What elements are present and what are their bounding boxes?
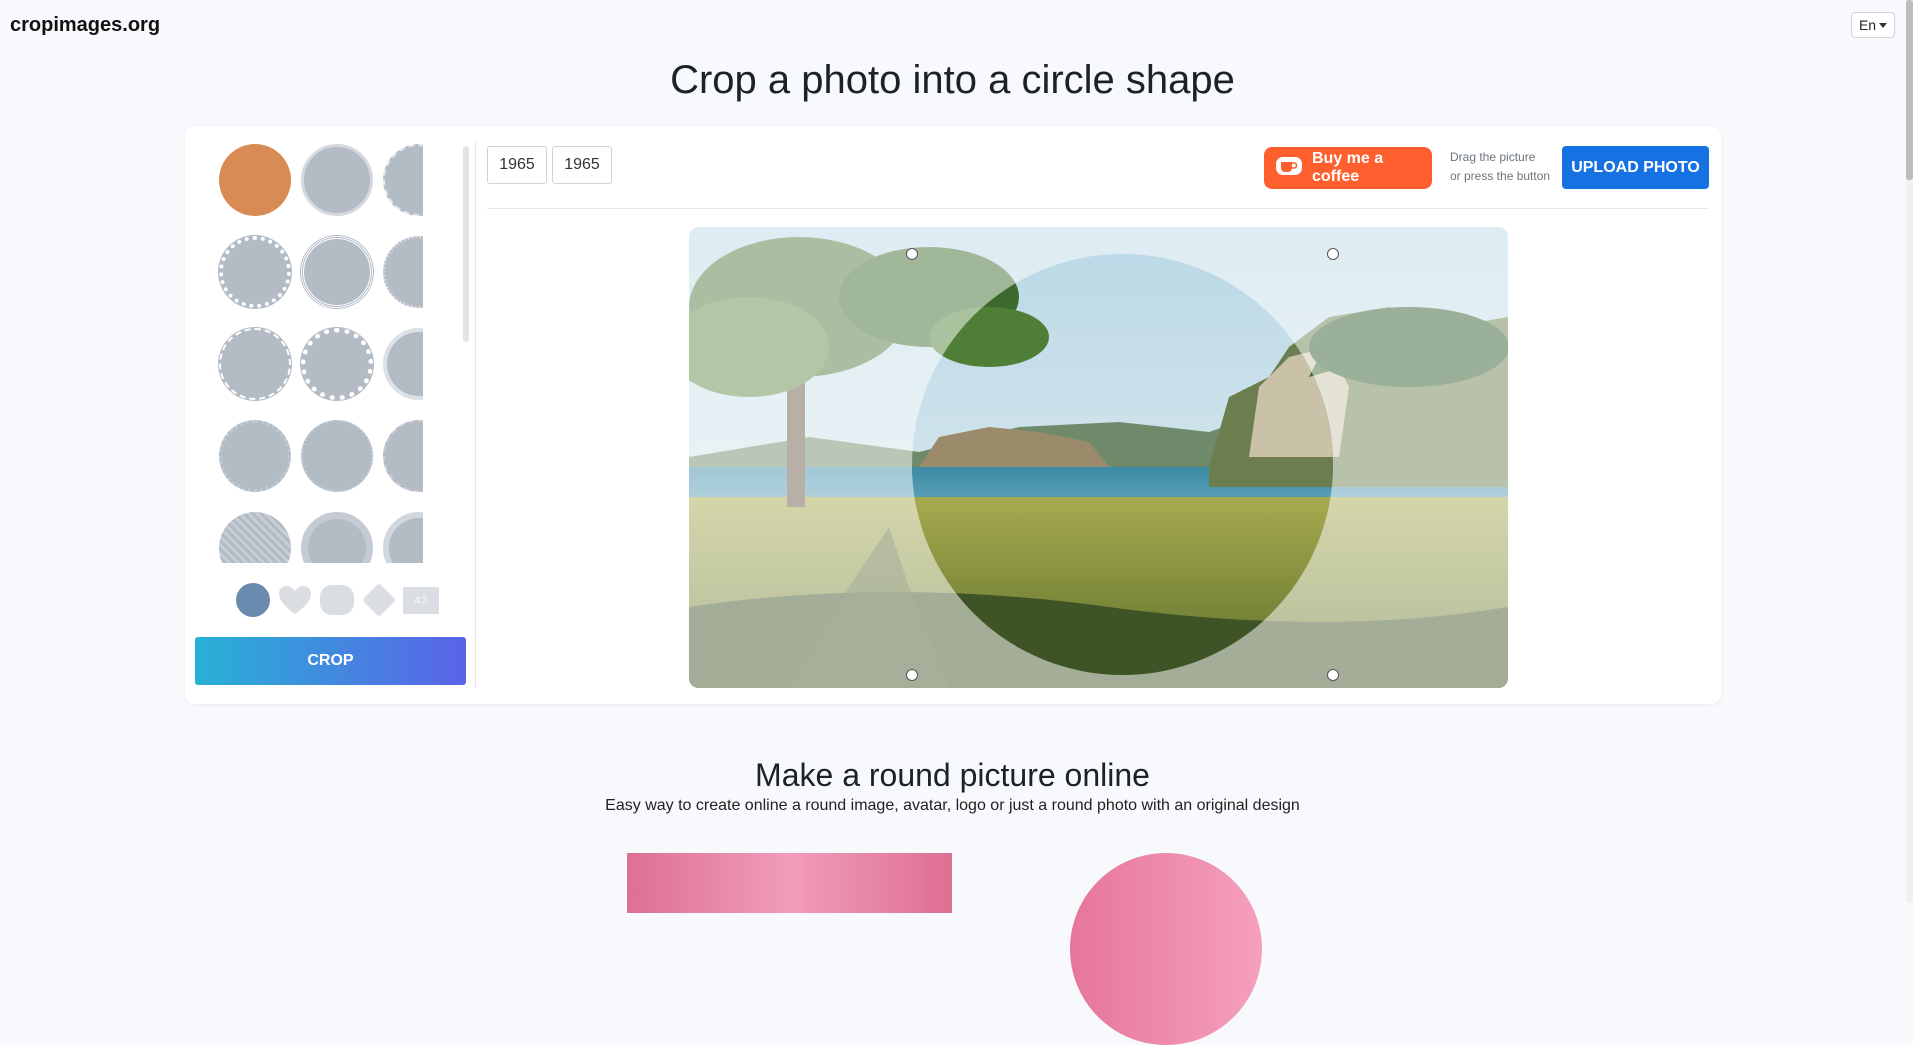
page-scrollbar[interactable] [1906,0,1913,903]
language-label: En [1858,17,1877,33]
frame-style-ticked[interactable] [383,420,423,492]
example-round-photo [1070,853,1262,1045]
example-square-photo [627,853,952,913]
frame-style-thin-ring[interactable] [383,328,423,400]
upload-hint: Drag the picture or press the button [1450,150,1551,183]
heart-shape-icon[interactable] [277,582,313,618]
rounded-square-shape-icon[interactable] [319,582,355,618]
toolbar-divider [487,208,1709,209]
resize-handle-top-right[interactable] [1327,248,1339,260]
language-dropdown[interactable]: En [1851,12,1895,38]
frame-style-double-ring[interactable] [301,236,373,308]
page-scrollbar-thumb[interactable] [1906,0,1913,180]
section-title: Make a round picture online [755,757,1150,793]
frame-style-dashed-edge[interactable] [383,144,423,216]
frame-style-dashed-ring[interactable] [219,328,291,400]
frame-style-list[interactable] [195,144,423,563]
crop-button[interactable]: CROP [195,637,466,685]
frame-style-dotted-ring[interactable] [219,236,291,308]
frame-style-dotted-edge[interactable] [383,236,423,308]
coffee-label: Buy me a coffee [1312,150,1384,185]
panel-divider [475,142,476,688]
frame-list-scrollbar[interactable] [463,146,469,342]
editor-card: 4:3 CROP Buy me a coffee Drag the pictur… [185,126,1721,704]
frame-style-plain-ring[interactable] [301,144,373,216]
frame-style-scalloped[interactable] [219,420,291,492]
resize-handle-bottom-left[interactable] [906,669,918,681]
resize-handle-bottom-right[interactable] [1327,669,1339,681]
coffee-cup-icon [1274,154,1304,183]
diamond-shape-icon[interactable] [361,582,397,618]
ratio-4-3-shape-icon[interactable]: 4:3 [403,582,439,618]
crop-canvas[interactable] [689,227,1508,688]
frame-style-thick-ring[interactable] [301,512,373,563]
circle-shape-icon[interactable] [235,582,271,618]
frame-style-shadow-ring[interactable] [383,512,423,563]
shape-selector: 4:3 [235,582,439,618]
section-subtitle: Easy way to create online a round image,… [605,797,1300,814]
page-title: Crop a photo into a circle shape [670,58,1235,102]
crop-selection-circle[interactable] [912,254,1333,675]
chevron-down-icon [1879,22,1888,28]
frame-style-white-dots[interactable] [301,328,373,400]
frame-style-plain-orange[interactable] [219,144,291,216]
site-logo[interactable]: cropimages.org [10,14,160,37]
frame-style-striped[interactable] [219,512,291,563]
width-input[interactable] [487,146,547,184]
frame-style-scalloped-small[interactable] [301,420,373,492]
upload-photo-button[interactable]: UPLOAD PHOTO [1562,146,1709,189]
height-input[interactable] [552,146,612,184]
buy-me-a-coffee-button[interactable]: Buy me a coffee [1264,147,1432,189]
resize-handle-top-left[interactable] [906,248,918,260]
